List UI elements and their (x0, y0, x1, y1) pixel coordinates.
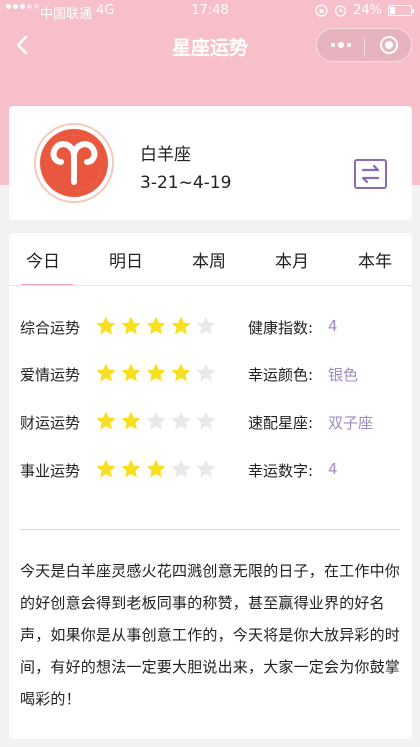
orientation-lock-icon (315, 4, 328, 17)
star-empty-icon (171, 459, 191, 478)
info-label: 幸运颜色: (248, 366, 314, 384)
star-rating (95, 315, 217, 337)
back-button[interactable] (8, 30, 38, 60)
star-filled-icon (96, 411, 116, 430)
sign-name: 白羊座 (140, 145, 191, 165)
star-empty-icon (196, 363, 216, 382)
tab-month[interactable]: 本月 (262, 247, 322, 272)
info-value: 银色 (328, 366, 359, 384)
fortune-row: 爱情运势 幸运颜色: 银色 (20, 362, 400, 386)
tab-week[interactable]: 本周 (179, 247, 239, 272)
star-empty-icon (196, 459, 216, 478)
star-rating (95, 410, 217, 432)
miniprogram-capsule (316, 28, 412, 62)
close-circle-icon (379, 36, 398, 54)
star-filled-icon (146, 459, 166, 478)
star-empty-icon (196, 316, 216, 335)
fortune-row: 事业运势 幸运数字: 4 (20, 458, 400, 482)
switch-sign-button[interactable] (354, 159, 387, 189)
fortune-description: 今天是白羊座灵感火花四溅创意无限的日子，在工作中你的好创意会得到老板同事的称赞，… (20, 562, 401, 708)
fortune-card: 今日 明日 本周 本月 本年 综合运势 健康指数: 4 爱情运势 幸运颜色: 银… (9, 233, 412, 739)
star-filled-icon (96, 459, 116, 478)
star-filled-icon (121, 316, 141, 335)
star-rating (95, 362, 217, 384)
star-empty-icon (146, 411, 166, 430)
section-divider (20, 529, 400, 530)
alarm-icon (334, 5, 347, 17)
star-filled-icon (171, 363, 191, 382)
star-filled-icon (96, 363, 116, 382)
star-empty-icon (171, 411, 191, 430)
star-rating (95, 458, 217, 480)
info-value: 双子座 (328, 414, 374, 432)
info-label: 速配星座: (248, 414, 314, 432)
sign-card: 白羊座 3-21~4-19 (9, 106, 412, 220)
aries-logo-icon (34, 123, 114, 203)
star-filled-icon (121, 411, 141, 430)
fortune-label: 综合运势 (20, 319, 81, 337)
swap-arrows-icon (361, 164, 380, 184)
star-filled-icon (146, 316, 166, 335)
tab-year[interactable]: 本年 (345, 247, 405, 272)
fortune-row: 财运运势 速配星座: 双子座 (20, 410, 400, 434)
info-value: 4 (328, 317, 338, 335)
fortune-label: 爱情运势 (20, 366, 81, 384)
close-button[interactable] (365, 29, 412, 61)
sign-date-range: 3-21~4-19 (140, 173, 232, 193)
status-bar: 中国联通 4G 17:48 24% (0, 0, 420, 22)
fortune-label: 财运运势 (20, 414, 81, 432)
period-tabs: 今日 明日 本周 本月 本年 (9, 233, 412, 286)
more-button[interactable] (317, 29, 364, 61)
info-label: 健康指数: (248, 319, 314, 337)
nav-bar: 星座运势 (0, 22, 420, 68)
fortune-row: 综合运势 健康指数: 4 (20, 315, 400, 339)
star-filled-icon (121, 363, 141, 382)
star-empty-icon (196, 411, 216, 430)
star-filled-icon (96, 316, 116, 335)
info-value: 4 (328, 460, 338, 478)
star-filled-icon (146, 363, 166, 382)
chevron-left-icon (16, 35, 28, 55)
fortune-label: 事业运势 (20, 462, 81, 480)
star-filled-icon (171, 316, 191, 335)
battery-icon (388, 5, 414, 16)
star-filled-icon (121, 459, 141, 478)
tab-today[interactable]: 今日 (13, 247, 73, 272)
battery-percent: 24% (353, 3, 382, 18)
tab-tomorrow[interactable]: 明日 (96, 247, 156, 272)
info-label: 幸运数字: (248, 462, 314, 480)
